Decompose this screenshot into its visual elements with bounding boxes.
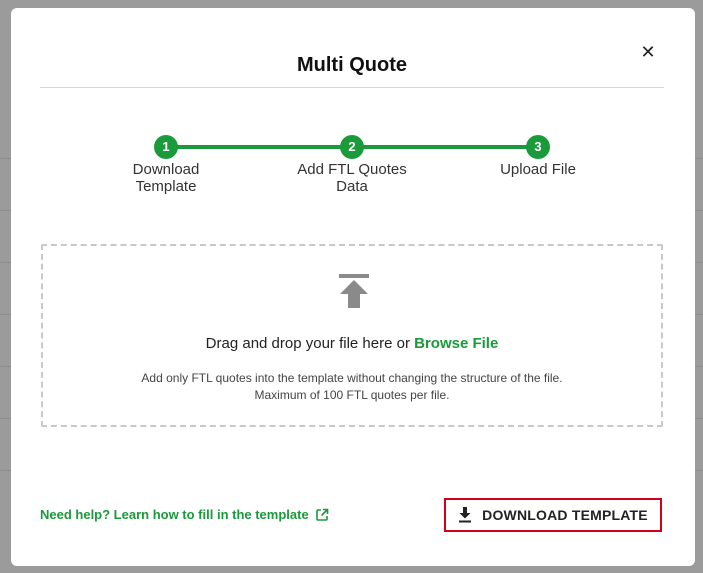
external-link-icon: [315, 508, 329, 521]
step-3-label: Upload File: [500, 161, 576, 178]
step-1-indicator: 1: [154, 135, 178, 159]
step-connector: [166, 145, 352, 149]
hint-line-2: Maximum of 100 FTL quotes per file.: [254, 388, 450, 402]
hint-line-1: Add only FTL quotes into the template wi…: [141, 371, 563, 385]
multi-quote-modal: Multi Quote ✕ 1 Download Template 2 Add F…: [11, 8, 695, 566]
stepper: 1 Download Template 2 Add FTL Quotes Data …: [11, 8, 695, 208]
help-link-label: Need help? Learn how to fill in the temp…: [40, 507, 309, 522]
step-2-label: Add FTL Quotes Data: [297, 161, 407, 195]
drop-prompt: Drag and drop your file here or Browse F…: [43, 335, 661, 352]
step-2-indicator: 2: [340, 135, 364, 159]
download-template-button[interactable]: DOWNLOAD TEMPLATE: [444, 498, 662, 532]
step-3-indicator: 3: [526, 135, 550, 159]
upload-hint: Add only FTL quotes into the template wi…: [43, 370, 661, 404]
upload-icon: [339, 274, 369, 308]
step-connector: [352, 145, 538, 149]
file-dropzone[interactable]: Drag and drop your file here or Browse F…: [41, 244, 663, 427]
drop-prompt-text: Drag and drop your file here or: [205, 335, 415, 352]
download-template-label: DOWNLOAD TEMPLATE: [482, 507, 648, 523]
help-link[interactable]: Need help? Learn how to fill in the temp…: [40, 507, 329, 522]
download-icon: [459, 507, 472, 523]
step-1-label: Download Template: [132, 161, 200, 195]
browse-file-link[interactable]: Browse File: [414, 335, 498, 352]
